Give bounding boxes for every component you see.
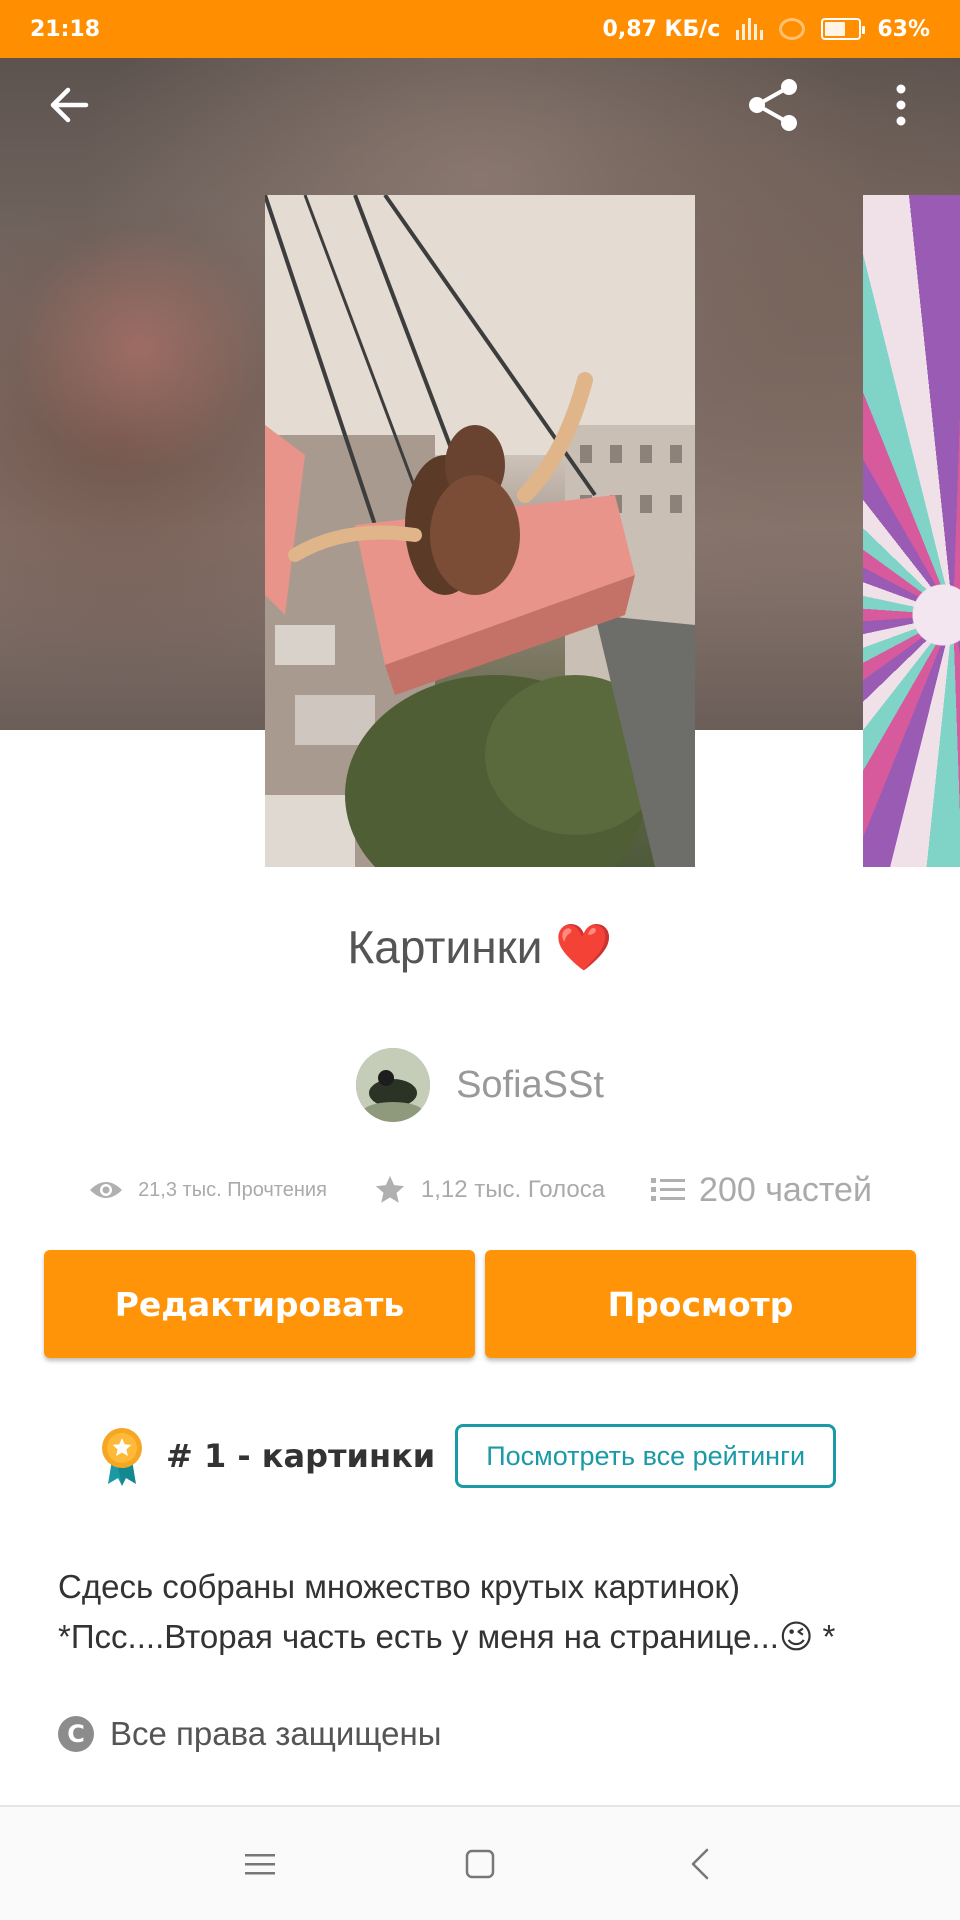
eye-icon: [90, 1182, 123, 1198]
avatar[interactable]: [356, 1048, 431, 1122]
star-icon: [375, 1175, 405, 1203]
system-nav-bar: [0, 1805, 960, 1920]
cover-illustration: [265, 195, 695, 867]
status-time: 21:18: [30, 16, 101, 42]
reads-stat: 21,3 тыс. Прочтения: [88, 1178, 327, 1202]
vibrate-icon: [736, 18, 764, 40]
copyright-icon: C: [58, 1716, 94, 1752]
more-button[interactable]: [866, 70, 936, 140]
status-icons: 0,87 КБ/с 63%: [603, 17, 930, 42]
author-row[interactable]: SofiaSSt: [0, 1048, 960, 1122]
view-all-ratings-button[interactable]: Посмотреть все рейтинги: [455, 1424, 837, 1488]
story-description: Сдесь собраны множество крутых картинок)…: [58, 1562, 918, 1662]
share-button[interactable]: [738, 70, 808, 140]
arrow-left-icon: [50, 87, 89, 123]
parts-stat[interactable]: 200 частей: [651, 1171, 872, 1210]
list-icon: [651, 1178, 686, 1201]
description-line-2-end: *: [813, 1618, 836, 1655]
copyright-row: C Все права защищены: [58, 1712, 441, 1756]
back-button[interactable]: [34, 70, 104, 140]
signal-icon: [779, 18, 806, 40]
author-name[interactable]: SofiaSSt: [456, 1064, 604, 1107]
parts-count[interactable]: 200 частей: [699, 1171, 872, 1210]
menu-icon: [245, 1853, 275, 1874]
share-icon: [749, 79, 797, 131]
next-story-cover[interactable]: [863, 195, 960, 867]
votes-count: 1,12 тыс. Голоса: [420, 1176, 606, 1203]
action-buttons: Редактировать Просмотр: [44, 1250, 916, 1358]
description-line-2: *Псс....Вторая часть есть у меня на стра…: [58, 1612, 918, 1662]
battery-icon: [821, 18, 866, 40]
award-medal-icon: [102, 1428, 142, 1486]
reads-count: 21,3 тыс. Прочтения: [138, 1178, 327, 1201]
nav-home-button[interactable]: [450, 1834, 510, 1894]
more-vertical-icon: [896, 84, 906, 126]
view-button[interactable]: Просмотр: [485, 1250, 916, 1358]
description-line-1: Сдесь собраны множество крутых картинок): [58, 1568, 740, 1605]
chevron-left-icon: [691, 1848, 709, 1879]
avatar-image: [356, 1048, 431, 1122]
rank-text: # 1 - картинки: [166, 1437, 436, 1475]
story-stats: 21,3 тыс. Прочтения 1,12 тыс. Голоса 200…: [0, 1165, 960, 1215]
ranking-row: # 1 - картинки Посмотреть все рейтинги: [96, 1418, 837, 1494]
battery-percent: 63%: [877, 16, 930, 42]
edit-button[interactable]: Редактировать: [44, 1250, 475, 1358]
story-cover-image[interactable]: [265, 195, 695, 867]
wink-emoji: 😉: [778, 1618, 814, 1655]
nav-back-button[interactable]: [670, 1834, 730, 1894]
description-line-2-text: *Псс....Вторая часть есть у меня на стра…: [58, 1618, 779, 1655]
copyright-label: Все права защищены: [110, 1715, 442, 1752]
heart-emoji: ❤️: [555, 921, 613, 973]
square-icon: [465, 1849, 495, 1878]
story-title: Картинки ❤️: [0, 920, 960, 975]
status-bar: 21:18 0,87 КБ/с 63%: [0, 0, 960, 58]
network-speed: 0,87 КБ/с: [602, 16, 721, 42]
nav-menu-button[interactable]: [230, 1834, 290, 1894]
story-title-text: Картинки: [347, 921, 543, 973]
votes-stat: 1,12 тыс. Голоса: [373, 1173, 605, 1207]
